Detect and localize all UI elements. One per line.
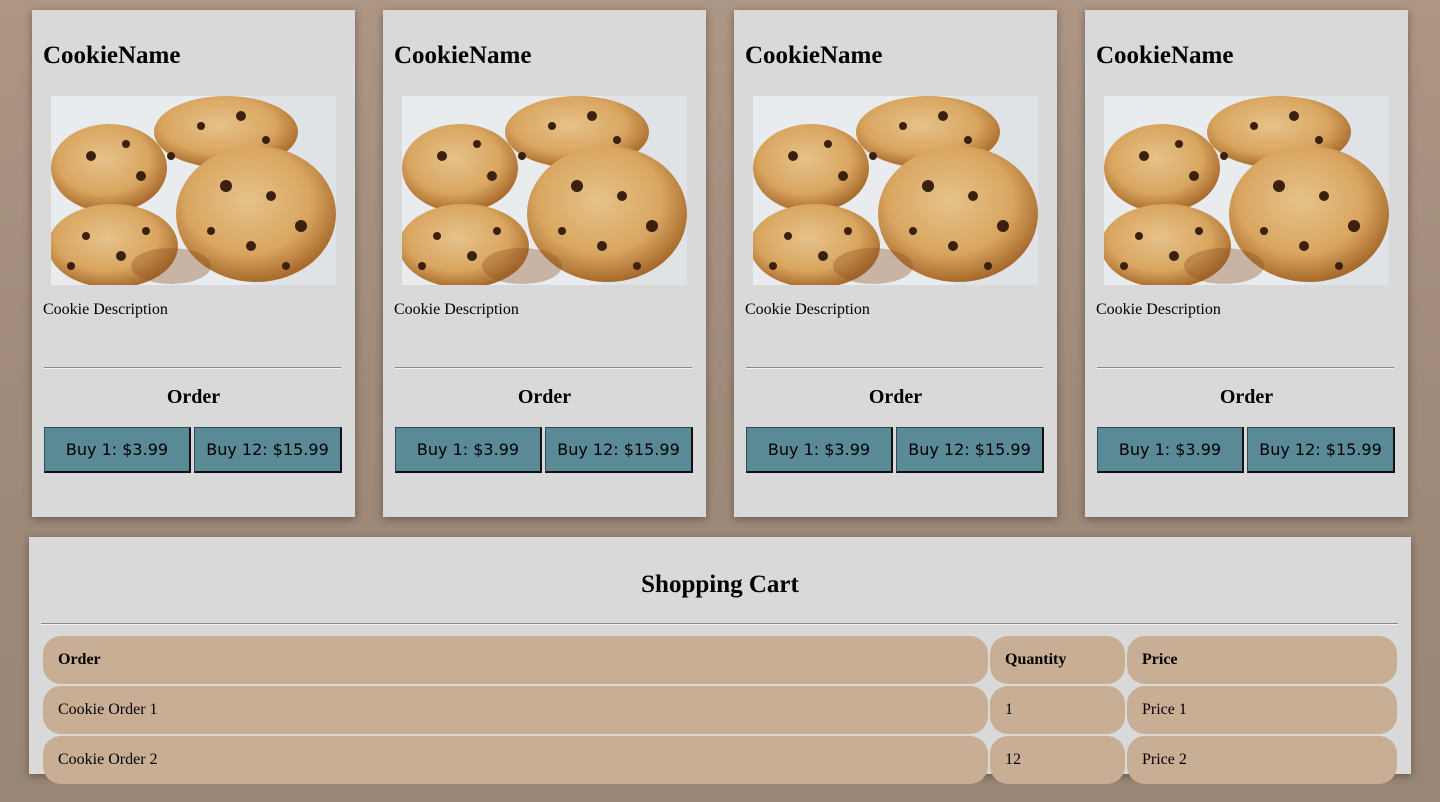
buy-twelve-button[interactable]: Buy 12: $15.99 <box>896 427 1044 473</box>
buy-one-button[interactable]: Buy 1: $3.99 <box>395 427 542 473</box>
cookie-card: CookieName Cookie Description Order Buy … <box>383 10 706 517</box>
cookie-description: Cookie Description <box>43 301 168 318</box>
price-column-header: Price <box>1127 636 1397 684</box>
shopping-cart: Shopping Cart Order Quantity Price Cooki… <box>29 537 1411 784</box>
cookie-image <box>1104 96 1389 285</box>
order-heading: Order <box>1219 386 1274 408</box>
buy-one-button[interactable]: Buy 1: $3.99 <box>1097 427 1244 473</box>
buy-twelve-button[interactable]: Buy 12: $15.99 <box>545 427 693 473</box>
table-cell-quantity: 12 <box>990 736 1125 784</box>
card-divider <box>395 367 692 369</box>
order-heading: Order <box>517 386 572 408</box>
table-cell-price: Price 2 <box>1127 736 1397 784</box>
table-cell-order: Cookie Order 1 <box>43 686 988 734</box>
buy-twelve-button[interactable]: Buy 12: $15.99 <box>194 427 342 473</box>
cookie-name: CookieName <box>43 42 181 69</box>
buy-twelve-button[interactable]: Buy 12: $15.99 <box>1247 427 1395 473</box>
table-cell-order: Cookie Order 2 <box>43 736 988 784</box>
cookie-description: Cookie Description <box>1096 301 1221 318</box>
order-heading: Order <box>868 386 923 408</box>
card-divider <box>1097 367 1394 369</box>
cookie-image <box>753 96 1038 285</box>
buy-one-button[interactable]: Buy 1: $3.99 <box>746 427 893 473</box>
order-heading: Order <box>166 386 221 408</box>
cookie-image <box>402 96 687 285</box>
table-cell-price: Price 1 <box>1127 686 1397 734</box>
cookie-name: CookieName <box>745 42 883 69</box>
cookie-card: CookieName Cookie Description Order Buy … <box>734 10 1057 517</box>
quantity-column-header: Quantity <box>990 636 1125 684</box>
cookie-name: CookieName <box>1096 42 1234 69</box>
cookie-card: CookieName Cookie Description Order Buy … <box>32 10 355 517</box>
card-divider <box>44 367 341 369</box>
buy-one-button[interactable]: Buy 1: $3.99 <box>44 427 191 473</box>
card-divider <box>746 367 1043 369</box>
cookie-name: CookieName <box>394 42 532 69</box>
cookie-image <box>51 96 336 285</box>
cart-divider <box>41 623 1398 625</box>
cookie-description: Cookie Description <box>394 301 519 318</box>
order-column-header: Order <box>43 636 988 684</box>
cart-title: Shopping Cart <box>641 571 799 598</box>
table-cell-quantity: 1 <box>990 686 1125 734</box>
cookie-description: Cookie Description <box>745 301 870 318</box>
cookie-card: CookieName Cookie Description Order Buy … <box>1085 10 1408 517</box>
